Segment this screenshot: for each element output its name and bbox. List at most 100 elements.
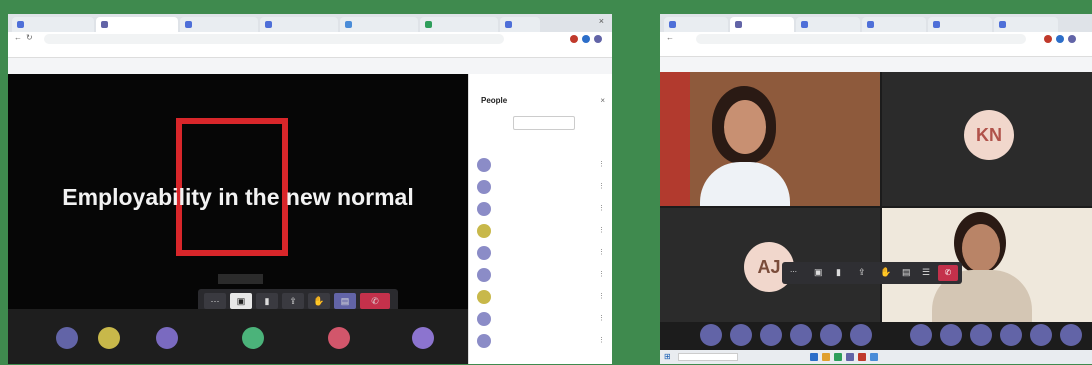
participant-avatar[interactable] xyxy=(156,327,178,349)
list-item[interactable]: ⋮ xyxy=(477,330,605,352)
participant-avatar[interactable] xyxy=(242,327,264,349)
chat-button[interactable]: ▤ xyxy=(334,293,356,309)
video-gallery: KN AJ ⋯ ▣ ▮ ⇪ ✋ ▤ ☰ ✆ xyxy=(660,72,1092,364)
slide-caption xyxy=(218,274,263,284)
participant-avatar[interactable] xyxy=(700,324,722,346)
browser-tab[interactable] xyxy=(12,17,94,32)
taskbar-search-field[interactable] xyxy=(678,353,738,361)
list-item[interactable]: ⋮ xyxy=(477,286,605,308)
participant-avatar[interactable] xyxy=(328,327,350,349)
participant-avatar[interactable] xyxy=(1030,324,1052,346)
participant-avatar[interactable] xyxy=(760,324,782,346)
participant-avatar[interactable] xyxy=(790,324,812,346)
extension-icon[interactable] xyxy=(594,35,602,43)
avatar xyxy=(477,268,491,282)
participant-avatar[interactable] xyxy=(970,324,992,346)
tab-favicon-icon xyxy=(425,21,432,28)
browser-tab[interactable] xyxy=(180,17,258,32)
more-options-icon[interactable]: ⋮ xyxy=(598,182,605,190)
end-call-button[interactable]: ✆ xyxy=(938,265,958,281)
share-screen-button[interactable]: ⇪ xyxy=(282,293,304,309)
start-menu-icon[interactable]: ⊞ xyxy=(664,352,671,361)
browser-tab[interactable] xyxy=(664,17,728,32)
end-call-button[interactable]: ✆ xyxy=(360,293,390,309)
participant-avatar[interactable] xyxy=(910,324,932,346)
participant-strip xyxy=(8,309,468,364)
browser-tab[interactable] xyxy=(862,17,926,32)
browser-tab[interactable] xyxy=(340,17,418,32)
reload-icon[interactable]: ↻ xyxy=(26,33,33,42)
participant-avatar[interactable] xyxy=(1060,324,1082,346)
chat-icon[interactable]: ▤ xyxy=(902,267,911,278)
participant-avatar[interactable] xyxy=(730,324,752,346)
list-item[interactable]: ⋮ xyxy=(477,264,605,286)
browser-tab[interactable] xyxy=(796,17,860,32)
participant-avatar[interactable] xyxy=(56,327,78,349)
url-field[interactable] xyxy=(696,34,1026,44)
invite-button[interactable] xyxy=(513,116,575,130)
more-actions-button[interactable]: ⋯ xyxy=(204,293,226,309)
more-options-icon[interactable]: ⋮ xyxy=(598,292,605,300)
more-options-icon[interactable]: ⋮ xyxy=(598,248,605,256)
taskbar-app-icon[interactable] xyxy=(810,353,818,361)
slide-title: Employability in the new normal xyxy=(62,184,414,210)
profile-avatar-icon[interactable] xyxy=(582,35,590,43)
more-options-icon[interactable]: ⋮ xyxy=(598,336,605,344)
participant-avatar[interactable] xyxy=(1000,324,1022,346)
profile-avatar-icon[interactable] xyxy=(1056,35,1064,43)
camera-icon[interactable]: ▣ xyxy=(814,267,823,278)
browser-tab[interactable] xyxy=(260,17,338,32)
raise-hand-icon[interactable]: ✋ xyxy=(880,267,891,278)
participant-avatar[interactable] xyxy=(820,324,842,346)
taskbar-app-icon[interactable] xyxy=(822,353,830,361)
avatar xyxy=(477,202,491,216)
close-panel-icon[interactable]: × xyxy=(600,96,605,105)
taskbar-app-icon[interactable] xyxy=(834,353,842,361)
camera-button[interactable]: ▣ xyxy=(230,293,252,309)
raise-hand-button[interactable]: ✋ xyxy=(308,293,330,309)
participant-avatar[interactable] xyxy=(412,327,434,349)
browser-tab[interactable] xyxy=(994,17,1058,32)
participants-list: ⋮ ⋮ ⋮ ⋮ ⋮ ⋮ ⋮ ⋮ ⋮ xyxy=(477,154,605,352)
browser-tab[interactable] xyxy=(928,17,992,32)
mic-icon[interactable]: ▮ xyxy=(836,267,841,278)
extension-icon[interactable] xyxy=(570,35,578,43)
meeting-control-bar: ⋯ ▣ ▮ ⇪ ✋ ▤ ☰ ✆ xyxy=(782,262,962,284)
list-item[interactable]: ⋮ xyxy=(477,198,605,220)
more-actions-icon[interactable]: ⋯ xyxy=(790,268,797,276)
browser-tab-active[interactable] xyxy=(730,17,794,32)
list-item[interactable]: ⋮ xyxy=(477,176,605,198)
video-tile[interactable] xyxy=(660,72,880,206)
extension-icon[interactable] xyxy=(1044,35,1052,43)
browser-tab-active[interactable] xyxy=(96,17,178,32)
list-item[interactable]: ⋮ xyxy=(477,308,605,330)
browser-tab[interactable] xyxy=(500,17,540,32)
list-item[interactable]: ⋮ xyxy=(477,154,605,176)
participants-icon[interactable]: ☰ xyxy=(922,267,930,278)
list-item[interactable]: ⋮ xyxy=(477,242,605,264)
share-screen-icon[interactable]: ⇪ xyxy=(858,267,866,278)
more-options-icon[interactable]: ⋮ xyxy=(598,270,605,278)
back-arrow-icon[interactable]: ← xyxy=(666,33,674,42)
browser-tab[interactable] xyxy=(420,17,498,32)
close-window-icon[interactable]: × xyxy=(599,16,604,26)
participant-avatar[interactable] xyxy=(850,324,872,346)
taskbar-app-icon[interactable] xyxy=(870,353,878,361)
more-options-icon[interactable]: ⋮ xyxy=(598,226,605,234)
taskbar-app-icon[interactable] xyxy=(846,353,854,361)
teams-favicon-icon xyxy=(735,21,742,28)
shared-slide: Employability in the new normal ⋯ ▣ ▮ ⇪ … xyxy=(8,74,468,313)
mic-button[interactable]: ▮ xyxy=(256,293,278,309)
more-options-icon[interactable]: ⋮ xyxy=(598,314,605,322)
back-arrow-icon[interactable]: ← xyxy=(14,33,22,42)
more-options-icon[interactable]: ⋮ xyxy=(598,160,605,168)
url-field[interactable] xyxy=(44,34,504,44)
list-item[interactable]: ⋮ xyxy=(477,220,605,242)
participant-avatar[interactable] xyxy=(98,327,120,349)
video-tile[interactable]: KN xyxy=(882,72,1092,206)
participant-avatar[interactable] xyxy=(940,324,962,346)
participant-shirt xyxy=(700,162,790,206)
more-options-icon[interactable]: ⋮ xyxy=(598,204,605,212)
taskbar-app-icon[interactable] xyxy=(858,353,866,361)
extension-icon[interactable] xyxy=(1068,35,1076,43)
